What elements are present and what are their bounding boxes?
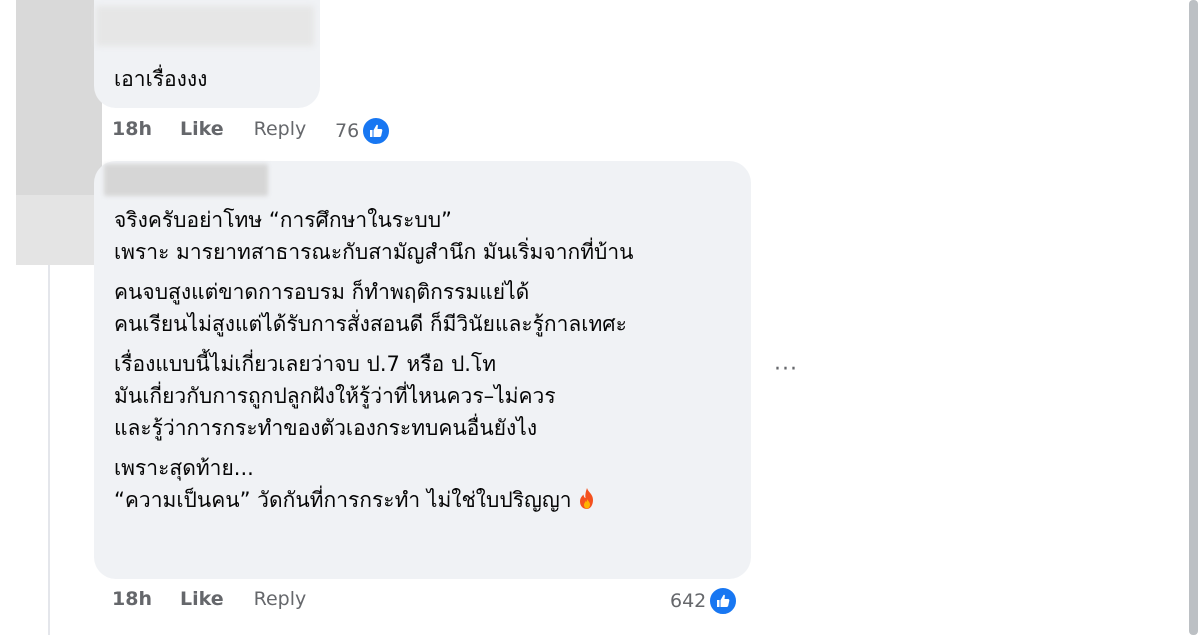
comment-timestamp[interactable]: 18h (112, 118, 152, 140)
comment-actions: 18h Like Reply (112, 118, 306, 140)
comment-text-body: จริงครับอย่าโทษ “การศึกษาในระบบ” เพราะ ม… (114, 204, 744, 524)
comment-paragraph: คนจบสูงแต่ขาดการอบรม ก็ทำพฤติกรรมแย่ได้ … (114, 276, 744, 340)
comment-paragraph: เพราะสุดท้าย... “ความเป็นคน” วัดกันที่กา… (114, 452, 744, 516)
comment-line: คนเรียนไม่สูงแต่ได้รับการสั่งสอนดี ก็มีว… (114, 312, 627, 336)
comment-text: เอาเรื่องงง (114, 67, 208, 91)
comment-line: คนจบสูงแต่ขาดการอบรม ก็ทำพฤติกรรมแย่ได้ (114, 280, 530, 304)
like-icon (708, 586, 739, 616)
comment-line: จริงครับอย่าโทษ “การศึกษาในระบบ” (114, 208, 452, 232)
more-options-button[interactable]: ··· (773, 356, 799, 382)
reply-button[interactable]: Reply (254, 588, 307, 610)
comment-line: เพราะ มารยาทสาธารณะกับสามัญสำนึก มันเริ่… (114, 240, 634, 264)
reply-button[interactable]: Reply (254, 118, 307, 140)
reaction-summary[interactable]: 76 (335, 116, 392, 146)
comment-paragraph: เรื่องแบบนี้ไม่เกี่ยวเลยว่าจบ ป.7 หรือ ป… (114, 348, 744, 444)
reaction-count: 76 (335, 120, 360, 142)
reaction-count: 642 (670, 590, 707, 612)
comment-actions: 18h Like Reply (112, 588, 306, 610)
scrollbar[interactable] (1186, 0, 1200, 635)
comment-line: และรู้ว่าการกระทำของตัวเองกระทบคนอื่นยัง… (114, 416, 538, 440)
comment-line-text: “ความเป็นคน” วัดกันที่การกระทำ ไม่ใช่ใบป… (114, 488, 572, 512)
comment-line: เรื่องแบบนี้ไม่เกี่ยวเลยว่าจบ ป.7 หรือ ป… (114, 352, 497, 376)
fire-icon (576, 487, 598, 511)
redacted-author-name[interactable] (104, 164, 268, 196)
comment-line: มันเกี่ยวกับการถูกปลูกฝังให้รู้ว่าที่ไหน… (114, 384, 556, 408)
scrollbar-thumb[interactable] (1189, 0, 1198, 635)
like-button[interactable]: Like (180, 588, 224, 610)
comment-timestamp[interactable]: 18h (112, 588, 152, 610)
like-button[interactable]: Like (180, 118, 224, 140)
avatar-placeholder-top (16, 0, 102, 195)
redacted-author-name[interactable] (96, 6, 314, 46)
comment-line-last: “ความเป็นคน” วัดกันที่การกระทำ ไม่ใช่ใบป… (114, 484, 744, 516)
like-icon (361, 116, 392, 146)
reaction-summary[interactable]: 642 (670, 586, 739, 616)
comment-paragraph: จริงครับอย่าโทษ “การศึกษาในระบบ” เพราะ ม… (114, 204, 744, 268)
comment-line: เพราะสุดท้าย... (114, 456, 254, 480)
